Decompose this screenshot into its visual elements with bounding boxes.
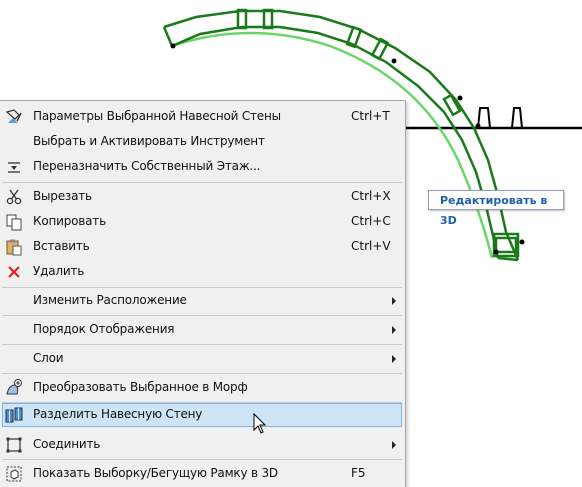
submenu-arrow-icon [392, 297, 396, 305]
context-menu: Параметры Выбранной Навесной Стены Ctrl+… [0, 100, 406, 487]
menu-item-shortcut: Ctrl+T [351, 109, 390, 123]
show-in-3d-icon [5, 465, 23, 483]
connect-icon [5, 436, 23, 454]
menu-item-label: Удалить [33, 264, 85, 278]
menu-item-label: Разделить Навесную Стену [33, 407, 203, 421]
menu-item-display-order[interactable]: Порядок Отображения [0, 318, 404, 342]
story-reassign-icon [5, 158, 23, 176]
menu-item-cut[interactable]: Вырезать Ctrl+X [0, 185, 404, 209]
copy-icon [5, 213, 23, 231]
menu-item-layers[interactable]: Слои [0, 347, 404, 371]
menu-item-shortcut: Ctrl+C [351, 214, 391, 228]
menu-item-label: Соединить [33, 437, 101, 451]
menu-item-label: Порядок Отображения [33, 322, 175, 336]
menu-item-label: Вставить [33, 239, 90, 253]
menu-separator [2, 287, 402, 288]
menu-separator [2, 373, 402, 374]
menu-item-curtain-wall-settings[interactable]: Параметры Выбранной Навесной Стены Ctrl+… [0, 105, 404, 129]
menu-item-copy[interactable]: Копировать Ctrl+C [0, 210, 404, 234]
edit-in-3d-tooltip: Редактировать в 3D [428, 190, 564, 227]
wall-accessory [511, 107, 523, 129]
menu-item-convert-to-morph[interactable]: Преобразовать Выбранное в Морф [0, 376, 404, 400]
menu-item-delete[interactable]: Удалить [0, 260, 404, 284]
delete-icon [5, 263, 23, 281]
menu-item-label: Показать Выборку/Бегущую Рамку в 3D [33, 466, 278, 480]
split-curtain-wall-icon [5, 406, 23, 424]
menu-item-split-curtain-wall[interactable]: Разделить Навесную Стену [0, 403, 404, 427]
submenu-arrow-icon [392, 326, 396, 334]
menu-item-arrange[interactable]: Изменить Расположение [0, 289, 404, 313]
menu-item-shortcut: Ctrl+X [351, 189, 391, 203]
menu-item-paste[interactable]: Вставить Ctrl+V [0, 235, 404, 259]
menu-item-label: Вырезать [33, 189, 92, 203]
menu-item-select-activate-tool[interactable]: Выбрать и Активировать Инструмент [0, 130, 404, 154]
submenu-arrow-icon [392, 441, 396, 449]
menu-item-label: Изменить Расположение [33, 293, 187, 307]
menu-item-shortcut: Ctrl+V [351, 239, 391, 253]
menu-item-label: Выбрать и Активировать Инструмент [33, 134, 265, 148]
paste-icon [5, 238, 23, 256]
menu-separator [2, 459, 402, 460]
menu-item-label: Параметры Выбранной Навесной Стены [33, 109, 281, 123]
menu-item-connect[interactable]: Соединить [0, 433, 404, 457]
mouse-cursor-icon [253, 413, 267, 434]
curtain-wall-settings-icon [5, 108, 23, 126]
menu-item-shortcut: F5 [351, 466, 366, 480]
menu-separator [2, 315, 402, 316]
menu-item-label: Преобразовать Выбранное в Морф [33, 380, 248, 394]
submenu-arrow-icon [392, 355, 396, 363]
menu-item-label: Слои [33, 351, 64, 365]
menu-separator [2, 344, 402, 345]
menu-item-label: Копировать [33, 214, 106, 228]
menu-item-label: Переназначить Собственный Этаж... [33, 159, 261, 173]
morph-convert-icon [5, 379, 23, 397]
scissors-icon [5, 188, 23, 206]
menu-separator [2, 182, 402, 183]
menu-item-show-in-3d[interactable]: Показать Выборку/Бегущую Рамку в 3D F5 [0, 462, 404, 486]
menu-item-reassign-story[interactable]: Переназначить Собственный Этаж... [0, 155, 404, 179]
